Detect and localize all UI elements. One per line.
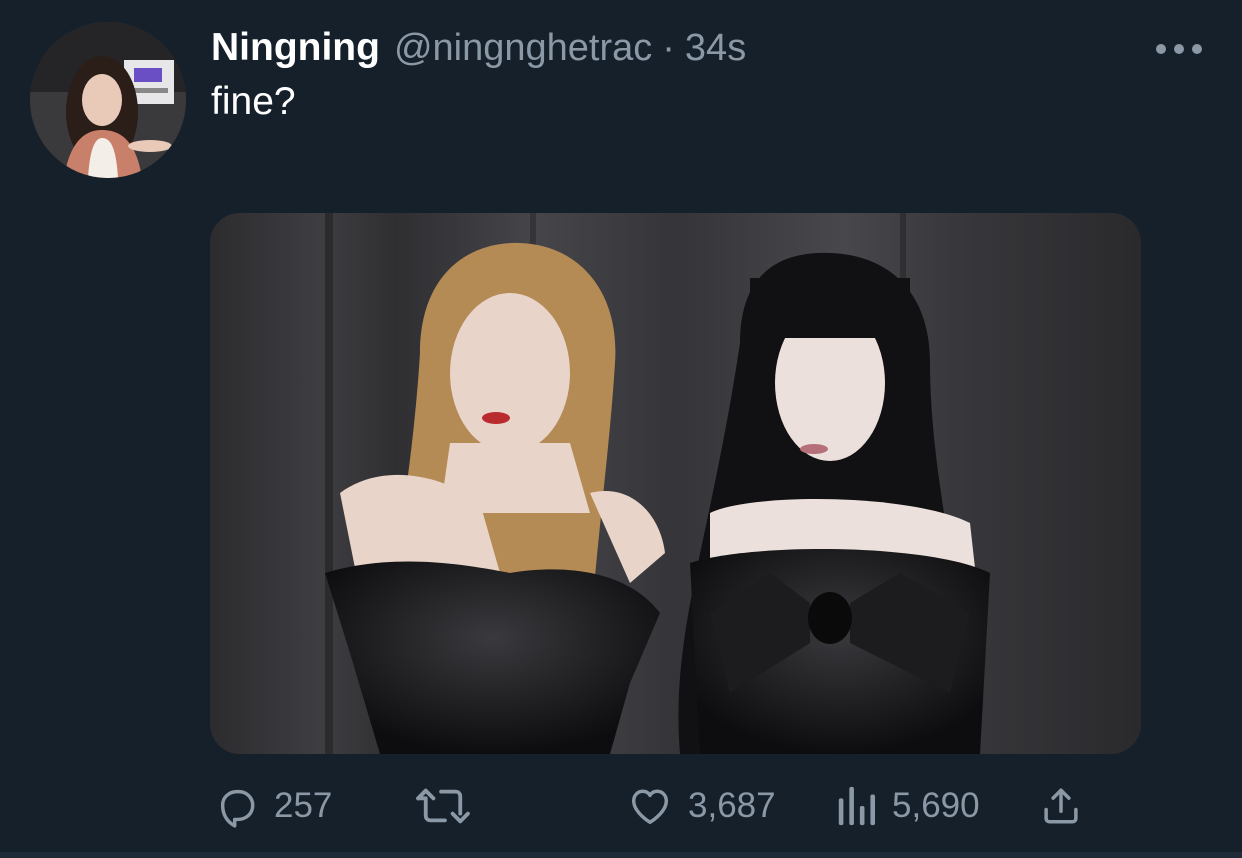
display-name[interactable]: Ningning xyxy=(211,26,380,70)
avatar-image xyxy=(30,22,186,178)
photo-image xyxy=(210,213,1141,754)
retweet-icon xyxy=(416,788,470,824)
more-options-icon[interactable] xyxy=(1156,36,1202,62)
share-button[interactable] xyxy=(1040,780,1082,832)
reply-button[interactable]: 257 xyxy=(214,780,332,832)
user-avatar[interactable] xyxy=(30,22,186,178)
like-button[interactable]: 3,687 xyxy=(626,780,776,832)
user-handle[interactable]: @ningnghetrac xyxy=(394,27,652,70)
tweet-actions-bar: 257 3,687 5,690 xyxy=(0,780,1242,832)
view-count: 5,690 xyxy=(892,786,980,825)
reply-icon xyxy=(220,789,255,828)
like-count: 3,687 xyxy=(688,786,776,825)
heart-icon xyxy=(631,789,669,825)
share-icon xyxy=(1044,788,1078,824)
tweet-text: fine? xyxy=(211,80,296,123)
more-dot xyxy=(1174,44,1184,54)
analytics-icon xyxy=(838,786,876,826)
divider xyxy=(0,852,1242,858)
reply-count: 257 xyxy=(274,786,333,825)
tweet-card: Ningning @ningnghetrac · 34s fine? 257 3… xyxy=(0,0,1242,858)
retweet-button[interactable] xyxy=(414,780,486,832)
views-button[interactable]: 5,690 xyxy=(836,780,980,832)
tweet-header: Ningning @ningnghetrac · 34s xyxy=(211,26,746,72)
tweet-photo[interactable] xyxy=(210,213,1141,754)
more-dot xyxy=(1192,44,1202,54)
separator-dot: · xyxy=(662,27,675,69)
more-dot xyxy=(1156,44,1166,54)
timestamp[interactable]: 34s xyxy=(685,27,746,70)
